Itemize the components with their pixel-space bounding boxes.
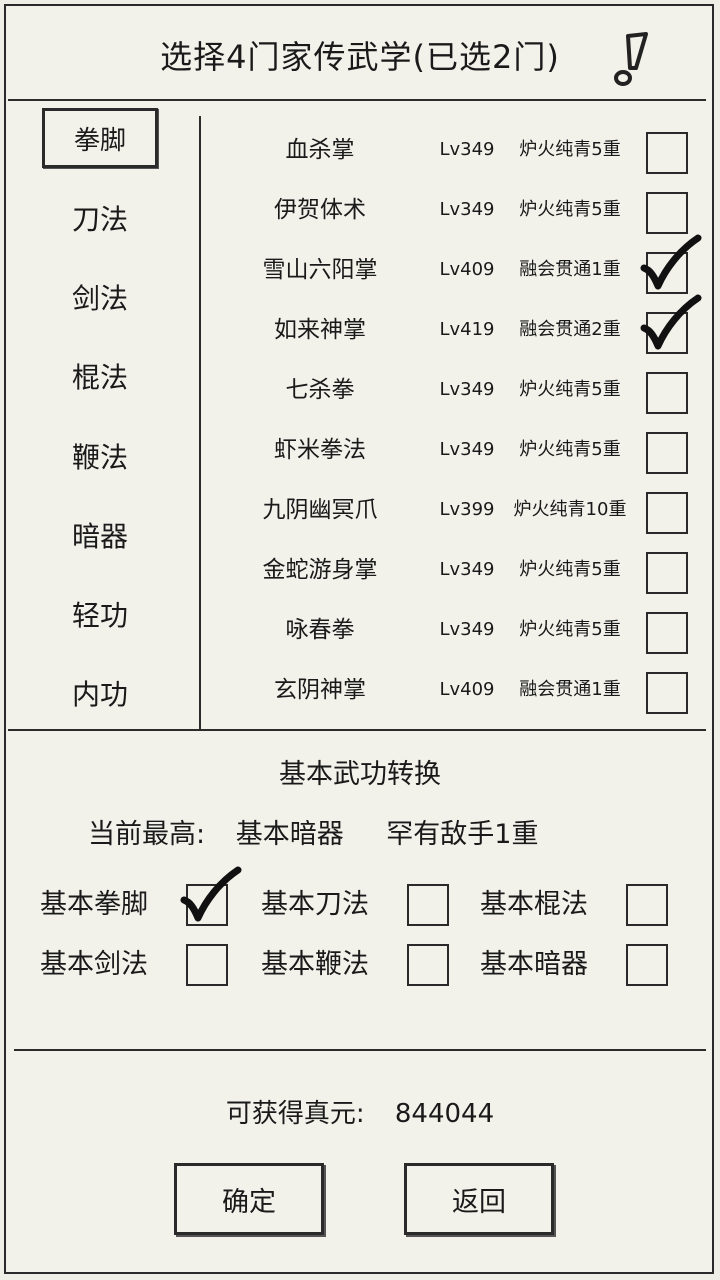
skill-level: Lv409 (439, 259, 495, 280)
tab-hidden-weapon[interactable]: 暗器 (40, 506, 160, 564)
skill-rank: 炉火纯青5重 (519, 439, 621, 460)
current-skill: 基本暗器 (235, 819, 344, 850)
skill-level: Lv349 (439, 619, 495, 640)
skill-name: 玄阴神掌 (274, 677, 366, 703)
skill-checkbox[interactable] (640, 234, 702, 294)
conversion-option-checkbox[interactable] (180, 866, 242, 926)
skill-checkbox[interactable] (646, 372, 688, 414)
skill-rank: 炉火纯青5重 (519, 559, 621, 580)
category-divider (199, 116, 201, 730)
conversion-option-label: 基本暗器 (480, 949, 588, 980)
tab-blade[interactable]: 刀法 (40, 189, 160, 247)
skill-row[interactable]: 九阴幽冥爪 Lv399 炉火纯青10重 (210, 480, 710, 540)
tab-staff[interactable]: 棍法 (40, 347, 160, 405)
skill-rank: 炉火纯青5重 (519, 619, 621, 640)
skill-level: Lv349 (439, 559, 495, 580)
skill-name: 血杀掌 (285, 137, 355, 163)
back-button[interactable]: 返回 (404, 1163, 554, 1235)
title-divider (8, 99, 706, 101)
skill-row[interactable]: 血杀掌 Lv349 炉火纯青5重 (210, 120, 710, 180)
skill-level: Lv349 (439, 199, 495, 220)
skill-rank: 融会贯通1重 (519, 679, 621, 700)
skill-name: 金蛇游身掌 (262, 557, 378, 583)
conversion-option-checkbox[interactable] (407, 884, 449, 926)
skill-level: Lv399 (439, 499, 495, 520)
skill-level: Lv409 (439, 679, 495, 700)
skill-row[interactable]: 伊贺体术 Lv349 炉火纯青5重 (210, 180, 710, 240)
conversion-option-label: 基本拳脚 (40, 889, 148, 920)
conversion-divider (14, 1049, 706, 1051)
skill-rank: 炉火纯青5重 (519, 379, 621, 400)
skill-checkbox[interactable] (646, 492, 688, 534)
current-label: 当前最高: (88, 819, 206, 850)
skill-level: Lv349 (439, 439, 495, 460)
skill-checkbox[interactable] (646, 672, 688, 714)
skill-checkbox[interactable] (646, 612, 688, 654)
skill-level: Lv349 (439, 379, 495, 400)
skill-row[interactable]: 七杀拳 Lv349 炉火纯青5重 (210, 360, 710, 420)
tab-lightness[interactable]: 轻功 (40, 585, 160, 643)
checkmark-icon (640, 294, 702, 350)
skill-name: 伊贺体术 (274, 197, 366, 223)
skill-row[interactable]: 雪山六阳掌 Lv409 融会贯通1重 (210, 234, 710, 300)
exclamation-icon[interactable] (606, 30, 656, 88)
skill-rank: 融会贯通2重 (519, 319, 621, 340)
checkmark-icon (640, 234, 702, 290)
skill-level: Lv349 (439, 139, 495, 160)
skill-name: 虾米拳法 (274, 437, 366, 463)
conversion-option-label: 基本刀法 (261, 889, 369, 920)
skill-rank: 炉火纯青10重 (513, 499, 627, 520)
skill-row[interactable]: 如来神掌 Lv419 融会贯通2重 (210, 294, 710, 360)
current-rank: 罕有敌手1重 (386, 819, 539, 850)
tab-sword[interactable]: 剑法 (40, 268, 160, 326)
conversion-title: 基本武功转换 (279, 759, 441, 790)
conversion-option-checkbox[interactable] (407, 944, 449, 986)
conversion-option-checkbox[interactable] (186, 944, 228, 986)
skill-name: 九阴幽冥爪 (262, 497, 378, 523)
gain-label: 可获得真元: (225, 1099, 365, 1129)
skill-checkbox[interactable] (646, 132, 688, 174)
skill-name: 咏春拳 (285, 617, 355, 643)
conversion-option-label: 基本鞭法 (261, 949, 369, 980)
conversion-option-checkbox[interactable] (626, 944, 668, 986)
skill-list-divider (8, 729, 706, 731)
skill-row[interactable]: 虾米拳法 Lv349 炉火纯青5重 (210, 420, 710, 480)
skill-rank: 炉火纯青5重 (519, 139, 621, 160)
skill-rank: 炉火纯青5重 (519, 199, 621, 220)
tab-fist[interactable]: 拳脚 (42, 108, 158, 168)
conversion-option-label: 基本棍法 (480, 889, 588, 920)
skill-name: 如来神掌 (274, 317, 366, 343)
gain-row: 可获得真元: 844044 (0, 1093, 720, 1130)
skill-rank: 融会贯通1重 (519, 259, 621, 280)
conversion-option-label: 基本剑法 (40, 949, 148, 980)
current-highest: 当前最高: 基本暗器 罕有敌手1重 (88, 812, 538, 851)
skill-checkbox[interactable] (646, 192, 688, 234)
skill-name: 雪山六阳掌 (262, 257, 378, 283)
skill-name: 七杀拳 (285, 377, 355, 403)
skill-row[interactable]: 玄阴神掌 Lv409 融会贯通1重 (210, 660, 710, 720)
tab-whip[interactable]: 鞭法 (40, 427, 160, 485)
skill-checkbox[interactable] (646, 432, 688, 474)
skill-level: Lv419 (439, 319, 495, 340)
gain-value: 844044 (394, 1099, 495, 1129)
skill-checkbox[interactable] (646, 552, 688, 594)
skill-row[interactable]: 金蛇游身掌 Lv349 炉火纯青5重 (210, 540, 710, 600)
checkmark-icon (180, 866, 242, 922)
skill-checkbox[interactable] (640, 294, 702, 354)
skill-row[interactable]: 咏春拳 Lv349 炉火纯青5重 (210, 600, 710, 660)
conversion-option-checkbox[interactable] (626, 884, 668, 926)
confirm-button[interactable]: 确定 (174, 1163, 324, 1235)
tab-inner-power[interactable]: 内功 (40, 664, 160, 722)
